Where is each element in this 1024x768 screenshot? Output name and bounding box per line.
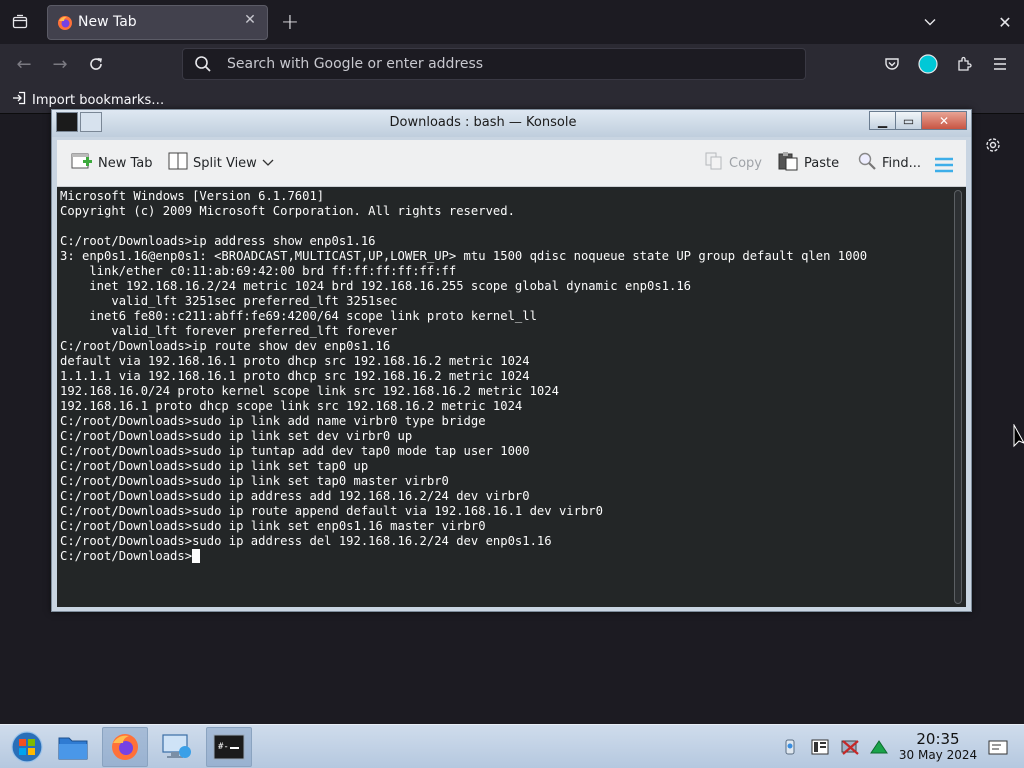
konsole-taskbar-icon[interactable]: #- [206,727,252,767]
terminal-line: C:/root/Downloads>sudo ip link add name … [60,414,486,428]
terminal-line: Copyright (c) 2009 Microsoft Corporation… [60,204,515,218]
terminal-output: Microsoft Windows [Version 6.1.7601] Copy… [60,189,950,564]
terminal-line: C:/root/Downloads>sudo ip tuntap add dev… [60,444,530,458]
tray-usb-icon[interactable] [780,737,800,757]
search-icon [194,55,214,75]
forward-arrow-icon[interactable]: → [46,50,74,78]
mouse-pointer-icon [1013,423,1024,452]
text-cursor [192,549,201,563]
file-explorer-icon[interactable] [50,727,96,767]
search-icon [857,151,877,175]
address-bar[interactable] [182,48,806,80]
terminal-line: C:/root/Downloads>ip route show dev enp0… [60,339,391,353]
reload-icon[interactable] [82,50,110,78]
new-tab-plus-icon[interactable]: + [276,8,304,36]
terminal-scrollbar[interactable] [954,190,962,604]
firefox-taskbar-icon[interactable] [102,727,148,767]
terminal-line: C:/root/Downloads>sudo ip route append d… [60,504,603,518]
remote-desktop-icon[interactable] [154,727,200,767]
address-input[interactable] [227,53,787,75]
action-center-icon[interactable] [988,737,1008,757]
terminal-line: C:/root/Downloads>sudo ip link set dev v… [60,429,413,443]
find-label: Find... [882,155,922,171]
terminal-line: C:/root/Downloads>sudo ip address add 19… [60,489,530,503]
terminal-line: C:/root/Downloads>sudo ip link set tap0 … [60,459,369,473]
terminal-line: 192.168.16.1 proto dhcp scope link src 1… [60,399,523,413]
firefox-favicon-icon [57,15,73,31]
terminal-line: valid_lft 3251sec preferred_lft 3251sec [60,294,398,308]
tab-close-icon[interactable]: ✕ [241,12,259,32]
terminal-prompt: C:/root/Downloads> [60,549,193,563]
terminal-line: C:/root/Downloads>sudo ip link set tap0 … [60,474,449,488]
terminal-prompt-line: C:/root/Downloads> [60,549,950,564]
terminal-line: inet6 fe80::c211:abff:fe69:4200/64 scope… [60,309,537,323]
minimize-icon[interactable]: ▁ [869,111,896,130]
import-bookmarks-button[interactable]: Import bookmarks… [12,90,164,110]
terminal-line: Microsoft Windows [Version 6.1.7601] [60,189,325,203]
konsole-titlebar[interactable]: Downloads : bash — Konsole ▁ ▭ ✕ [52,110,971,137]
extensions-puzzle-icon[interactable] [950,50,978,78]
copy-button[interactable]: Copy [704,151,762,175]
account-avatar-icon[interactable] [914,50,942,78]
chevron-down-icon[interactable] [916,8,944,36]
paste-label: Paste [804,155,840,171]
terminal-line: 1.1.1.1 via 192.168.16.1 proto dhcp src … [60,369,530,383]
window-title: Downloads : bash — Konsole [389,115,577,130]
hamburger-menu-icon[interactable] [934,153,954,177]
tab-list-icon[interactable] [6,8,34,36]
firefox-tab-bar: New Tab ✕ + ✕ [0,0,1024,44]
terminal-area[interactable]: Microsoft Windows [Version 6.1.7601] Copy… [57,187,966,607]
import-bookmarks-label: Import bookmarks… [32,92,165,108]
start-orb-icon[interactable] [4,727,50,767]
import-icon [12,91,26,109]
firefox-nav-bar: ← → [0,44,1024,86]
back-arrow-icon[interactable]: ← [10,50,38,78]
find-button[interactable]: Find... [857,151,921,175]
konsole-window[interactable]: Downloads : bash — Konsole ▁ ▭ ✕ New Tab… [51,109,972,612]
split-view-icon [168,152,188,174]
tab-new-tab[interactable]: New Tab ✕ [47,5,268,40]
chevron-down-icon[interactable] [262,156,274,171]
copy-label: Copy [729,155,762,171]
terminal-line: link/ether c0:11:ab:69:42:00 brd ff:ff:f… [60,264,457,278]
terminal-line: C:/root/Downloads>sudo ip address del 19… [60,534,552,548]
new-tab-icon [71,151,93,175]
split-view-label: Split View [193,155,257,171]
konsole-toolbar: New Tab Split View Copy Paste Find... [57,140,966,187]
terminal-line: 192.168.16.0/24 proto kernel scope link … [60,384,559,398]
terminal-line: C:/root/Downloads>ip address show enp0s1… [60,234,376,248]
terminal-line: default via 192.168.16.1 proto dhcp src … [60,354,530,368]
svg-text:#-: #- [218,742,229,752]
terminal-line: C:/root/Downloads>sudo ip link set enp0s… [60,519,486,533]
tray-network-error-icon[interactable] [840,737,860,757]
terminal-line: valid_lft forever preferred_lft forever [60,324,398,338]
terminal-line: 3: enp0s1.16@enp0s1: <BROADCAST,MULTICAS… [60,249,868,263]
new-tab-button[interactable]: New Tab [71,151,153,175]
tray-device-icon[interactable] [810,737,830,757]
copy-icon [704,151,724,175]
close-icon[interactable]: ✕ [921,111,967,130]
page-settings-gear-icon[interactable] [981,133,1005,157]
paste-button[interactable]: Paste [777,151,839,175]
paste-icon [777,151,799,175]
tab-title: New Tab [78,14,137,30]
window-close-icon[interactable]: ✕ [991,8,1019,36]
new-tab-label: New Tab [98,155,153,171]
hamburger-menu-icon[interactable] [986,50,1014,78]
window-controls: ▁ ▭ ✕ [869,111,967,130]
split-view-button[interactable]: Split View [168,151,274,175]
clock-date: 30 May 2024 [898,748,978,762]
maximize-icon[interactable]: ▭ [895,111,922,130]
terminal-line: inet 192.168.16.2/24 metric 1024 brd 192… [60,279,692,293]
windows-taskbar: #- 20:35 30 May 2024 [0,724,1024,768]
clock-time: 20:35 [916,730,960,748]
pocket-icon[interactable] [878,50,906,78]
taskbar-clock[interactable]: 20:35 30 May 2024 [898,731,978,763]
tray-up-arrow-icon[interactable] [869,737,889,757]
